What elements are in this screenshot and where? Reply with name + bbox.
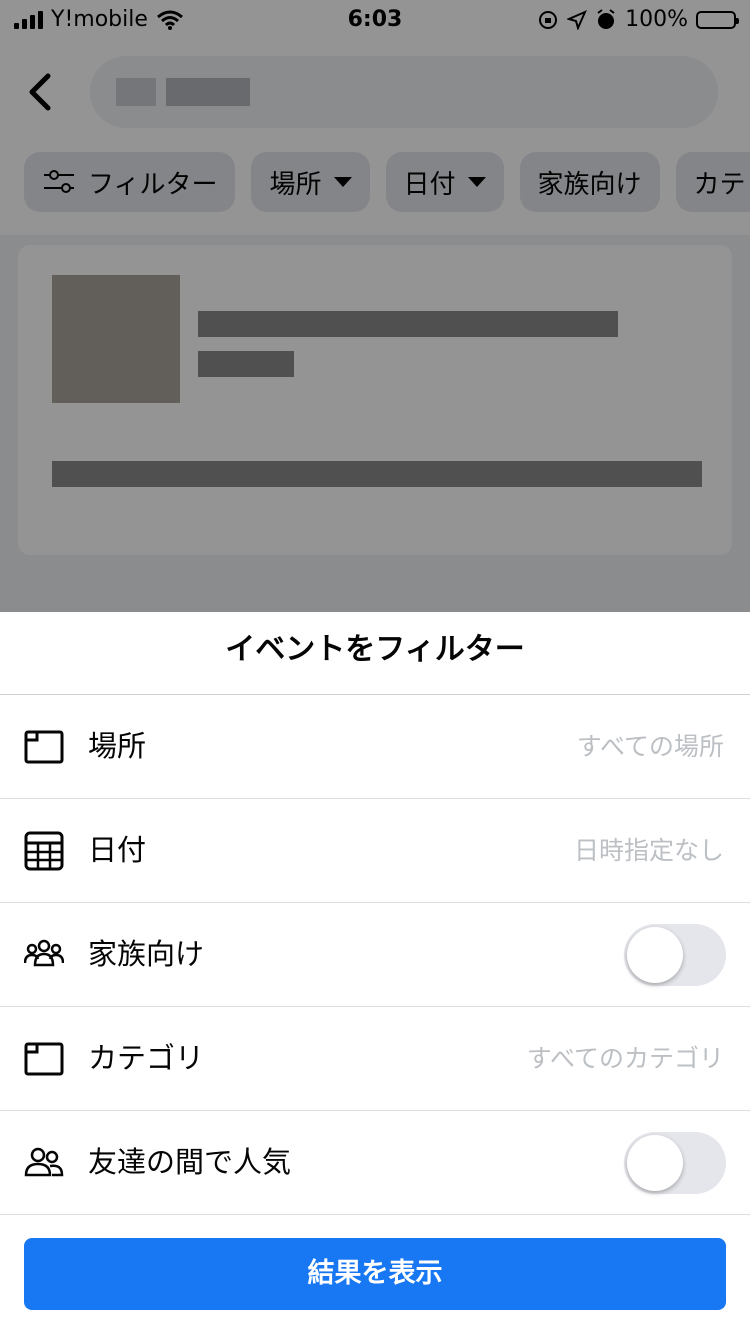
map-icon [24,730,64,764]
toggle-knob [627,1135,683,1191]
location-label: 場所 [88,729,147,763]
dim-overlay[interactable] [0,0,750,615]
family-row: 家族向け [0,903,750,1007]
date-label: 日付 [88,833,147,867]
category-value: すべてのカテゴリ [526,1044,724,1073]
family-label: 家族向け [88,937,205,971]
family-icon [24,939,64,967]
popular-with-friends-row: 友達の間で人気 [0,1111,750,1215]
filter-bottom-sheet: イベントをフィルター 場所 すべての場所 日付 日時指定なし 家族向け カテゴリ… [0,612,750,1334]
popular-with-friends-toggle[interactable] [624,1132,726,1194]
show-results-button[interactable]: 結果を表示 [24,1238,726,1310]
category-label: カテゴリ [88,1041,205,1075]
date-value: 日時指定なし [573,836,724,865]
map-icon [24,1042,64,1076]
date-row[interactable]: 日付 日時指定なし [0,799,750,903]
location-row[interactable]: 場所 すべての場所 [0,695,750,799]
location-value: すべての場所 [576,732,724,761]
popular-with-friends-label: 友達の間で人気 [88,1145,292,1179]
friends-icon [24,1147,64,1177]
family-toggle[interactable] [624,924,726,986]
sheet-title: イベントをフィルター [0,612,750,695]
category-row[interactable]: カテゴリ すべてのカテゴリ [0,1007,750,1111]
toggle-knob [627,927,683,983]
calendar-icon [24,831,64,871]
